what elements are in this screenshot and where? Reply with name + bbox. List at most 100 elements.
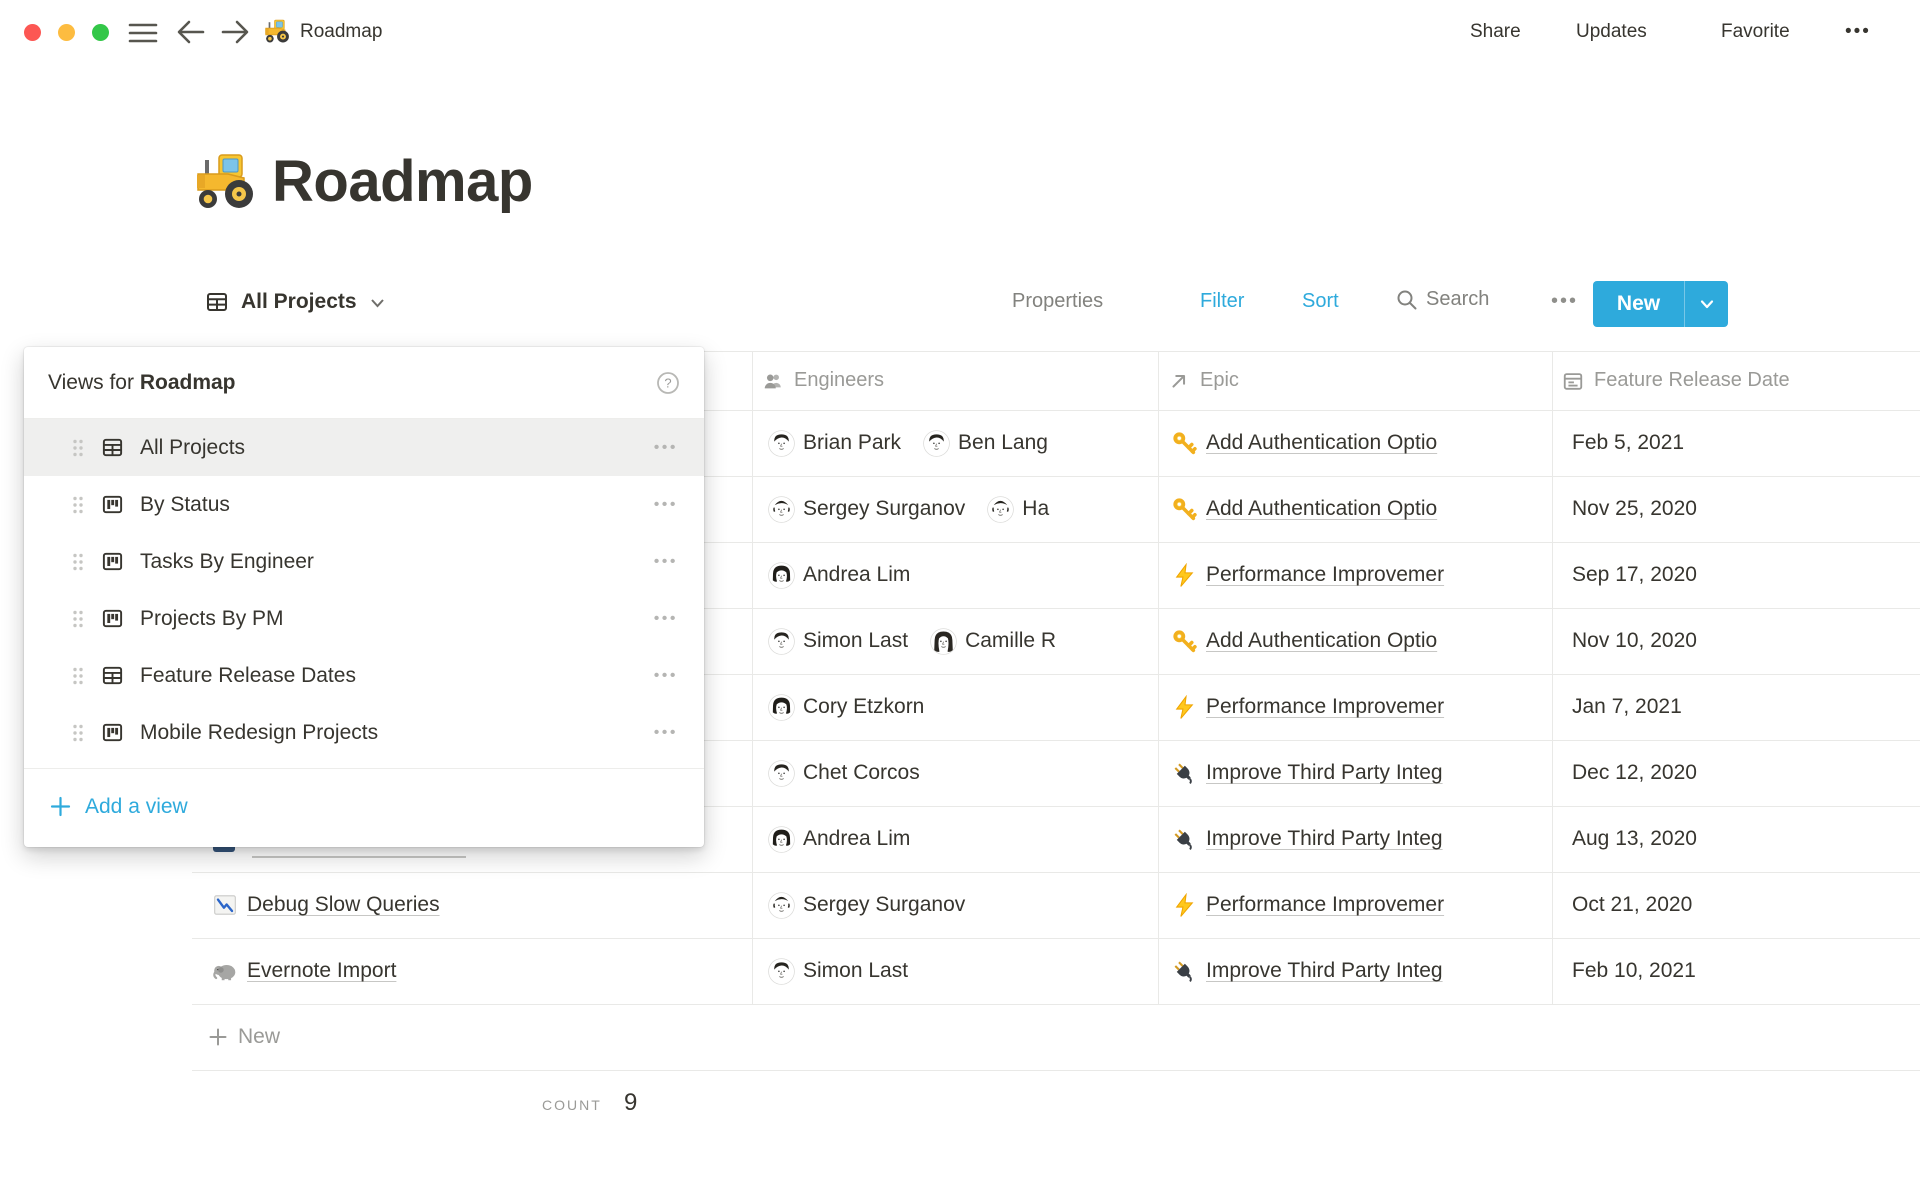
date-cell[interactable]: Nov 25, 2020 [1572,476,1918,542]
hamburger-menu-icon[interactable] [128,20,158,46]
view-selector[interactable]: All Projects [205,290,386,314]
engineer-chip[interactable]: Andrea Lim [768,562,910,589]
forward-button[interactable] [220,18,250,46]
engineer-chip[interactable]: Sergey Surganov [768,496,965,523]
column-header-date[interactable]: Feature Release Date [1562,351,1918,410]
share-button[interactable]: Share [1470,21,1521,43]
engineers-cell[interactable]: Andrea Lim [768,806,1156,872]
epic-cell[interactable]: Performance Improvemer [1172,674,1550,740]
epic-page-link[interactable]: Performance Improvemer [1206,563,1444,587]
epic-cell[interactable]: Add Authentication Optio [1172,410,1550,476]
column-header-engineers[interactable]: Engineers [762,351,1156,410]
view-item-by-status[interactable]: By Status••• [24,476,704,533]
breadcrumb-doc-title[interactable]: Roadmap [300,21,382,43]
epic-cell[interactable]: Performance Improvemer [1172,872,1550,938]
toolbar-more-icon[interactable]: ••• [1551,290,1578,313]
new-button-dropdown[interactable] [1685,281,1728,327]
more-options-icon[interactable]: ••• [1845,21,1871,43]
engineers-cell[interactable]: Chet Corcos [768,740,1156,806]
new-button[interactable]: New [1593,281,1728,327]
drag-handle-icon[interactable] [71,608,85,630]
drag-handle-icon[interactable] [71,437,85,459]
view-item-more-icon[interactable]: ••• [654,610,678,628]
view-item-more-icon[interactable]: ••• [654,439,678,457]
name-cell[interactable]: Debug Slow Queries [212,872,744,938]
window-minimize-button[interactable] [58,24,75,41]
new-button-label[interactable]: New [1593,281,1685,327]
epic-page-link[interactable]: Improve Third Party Integ [1206,827,1443,851]
engineers-cell[interactable]: Cory Etzkorn [768,674,1156,740]
page-icon-tractor[interactable] [194,150,258,214]
drag-handle-icon[interactable] [71,665,85,687]
epic-page-link[interactable]: Performance Improvemer [1206,893,1444,917]
add-view-button[interactable]: Add a view [50,795,188,819]
engineers-cell[interactable]: Andrea Lim [768,542,1156,608]
engineers-cell[interactable]: Simon Last [768,938,1156,1004]
view-item-mobile-redesign-projects[interactable]: Mobile Redesign Projects••• [24,704,704,761]
drag-handle-icon[interactable] [71,551,85,573]
epic-cell[interactable]: Improve Third Party Integ [1172,806,1550,872]
window-close-button[interactable] [24,24,41,41]
engineers-cell[interactable]: Sergey Surganov [768,872,1156,938]
filter-button[interactable]: Filter [1200,290,1244,313]
epic-cell[interactable]: Add Authentication Optio [1172,476,1550,542]
engineer-chip[interactable]: Chet Corcos [768,760,920,787]
name-cell[interactable]: Evernote Import [212,938,744,1004]
date-cell[interactable]: Feb 5, 2021 [1572,410,1918,476]
engineers-cell[interactable]: Sergey Surganov Ha [768,476,1156,542]
drag-handle-icon[interactable] [71,494,85,516]
date-cell[interactable]: Aug 13, 2020 [1572,806,1918,872]
page-title[interactable]: Roadmap [272,148,533,215]
engineer-chip[interactable]: Simon Last [768,628,908,655]
view-item-projects-by-pm[interactable]: Projects By PM••• [24,590,704,647]
favorite-button[interactable]: Favorite [1721,21,1790,43]
engineer-chip[interactable]: Andrea Lim [768,826,910,853]
drag-handle-icon[interactable] [71,722,85,744]
window-zoom-button[interactable] [92,24,109,41]
epic-cell[interactable]: Improve Third Party Integ [1172,740,1550,806]
engineer-chip[interactable]: Cory Etzkorn [768,694,924,721]
epic-page-link[interactable]: Performance Improvemer [1206,695,1444,719]
engineer-chip[interactable]: Sergey Surganov [768,892,965,919]
view-item-more-icon[interactable]: ••• [654,667,678,685]
date-cell[interactable]: Feb 10, 2021 [1572,938,1918,1004]
column-header-epic[interactable]: Epic [1168,351,1550,410]
engineer-chip[interactable]: Ha [987,496,1049,523]
view-item-more-icon[interactable]: ••• [654,553,678,571]
date-cell[interactable]: Oct 21, 2020 [1572,872,1918,938]
properties-button[interactable]: Properties [1012,290,1103,313]
view-item-tasks-by-engineer[interactable]: Tasks By Engineer••• [24,533,704,590]
engineer-chip[interactable]: Ben Lang [923,430,1048,457]
help-icon[interactable]: ? [656,371,680,395]
project-page-link[interactable]: Debug Slow Queries [247,893,440,917]
epic-cell[interactable]: Performance Improvemer [1172,542,1550,608]
view-item-feature-release-dates[interactable]: Feature Release Dates••• [24,647,704,704]
epic-page-link[interactable]: Improve Third Party Integ [1206,959,1443,983]
date-cell[interactable]: Nov 10, 2020 [1572,608,1918,674]
back-button[interactable] [176,18,206,46]
epic-page-link[interactable]: Add Authentication Optio [1206,497,1437,521]
views-panel: Views for Roadmap ? All Projects•••By St… [24,347,704,847]
view-item-more-icon[interactable]: ••• [654,496,678,514]
engineer-chip[interactable]: Brian Park [768,430,901,457]
date-cell[interactable]: Sep 17, 2020 [1572,542,1918,608]
date-cell[interactable]: Dec 12, 2020 [1572,740,1918,806]
project-page-link[interactable]: Evernote Import [247,959,396,983]
table-new-row-button[interactable]: New [208,1004,280,1070]
engineers-cell[interactable]: Brian Park Ben Lang [768,410,1156,476]
engineers-cell[interactable]: Simon Last Camille R [768,608,1156,674]
tractor-icon [194,150,258,214]
updates-button[interactable]: Updates [1576,21,1647,43]
epic-cell[interactable]: Add Authentication Optio [1172,608,1550,674]
date-cell[interactable]: Jan 7, 2021 [1572,674,1918,740]
epic-page-link[interactable]: Add Authentication Optio [1206,629,1437,653]
epic-page-link[interactable]: Improve Third Party Integ [1206,761,1443,785]
epic-cell[interactable]: Improve Third Party Integ [1172,938,1550,1004]
view-item-all-projects[interactable]: All Projects••• [24,419,704,476]
sort-button[interactable]: Sort [1302,290,1339,313]
engineer-chip[interactable]: Camille R [930,628,1056,655]
engineer-chip[interactable]: Simon Last [768,958,908,985]
view-item-more-icon[interactable]: ••• [654,724,678,742]
search-button[interactable]: Search [1395,288,1489,311]
epic-page-link[interactable]: Add Authentication Optio [1206,431,1437,455]
